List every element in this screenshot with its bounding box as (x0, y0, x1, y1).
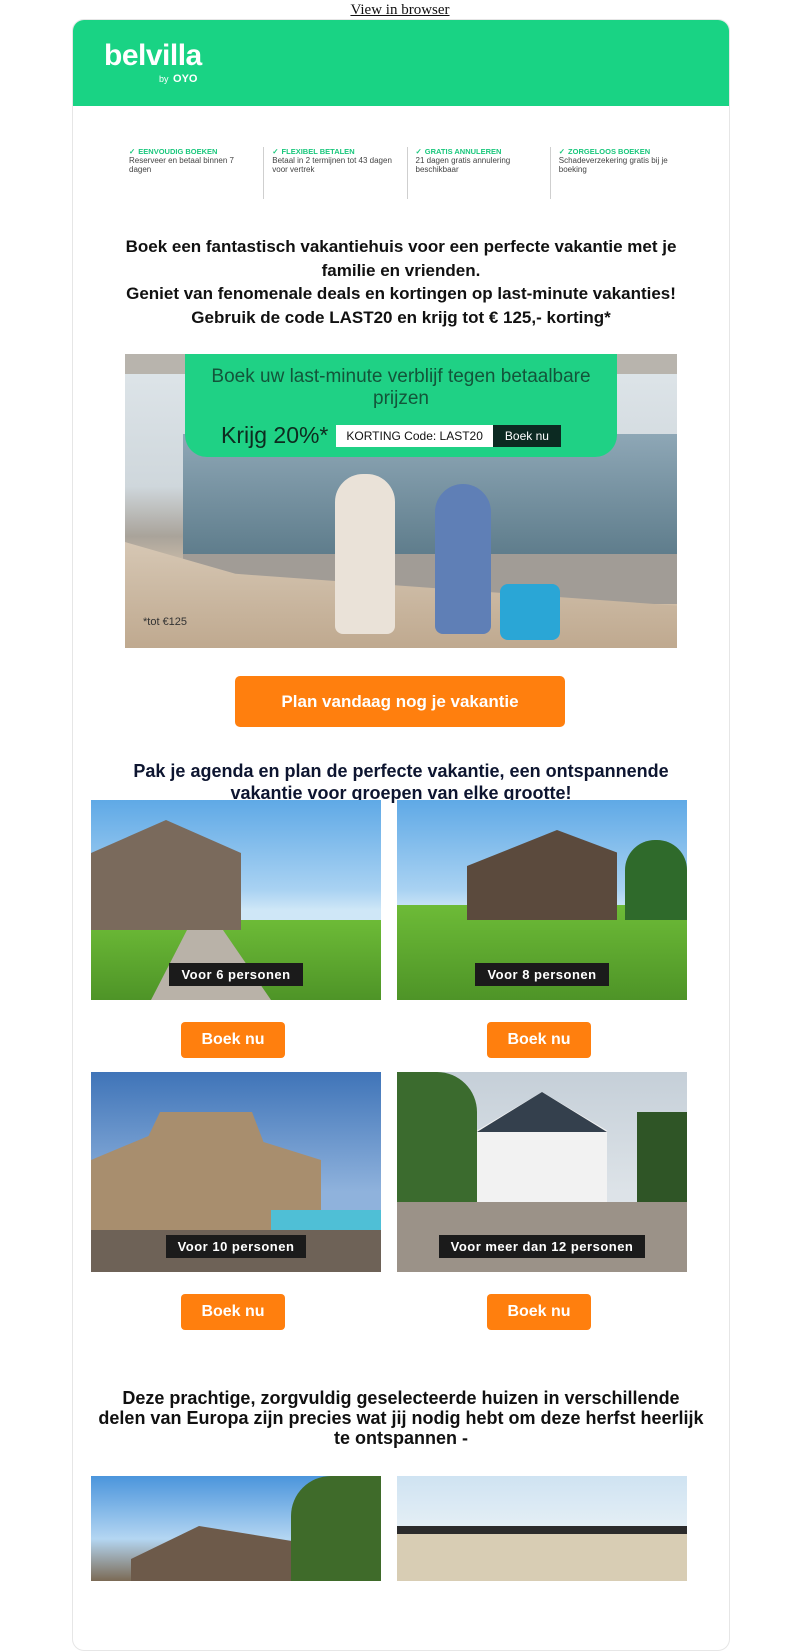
hero-image[interactable]: Boek uw last-minute verblijf tegen betaa… (125, 354, 677, 648)
house-caption: Voor 8 personen (475, 963, 609, 986)
logo-word: belvilla (104, 39, 202, 72)
check-icon: ✓ (415, 147, 422, 156)
hero-discount: Krijg 20%* (221, 422, 329, 448)
pool (271, 1210, 381, 1230)
intro-line-2: Geniet van fenomenale deals en kortingen… (126, 284, 676, 303)
house-caption: Voor meer dan 12 personen (438, 1235, 646, 1258)
usp-item: ✓ Flexibel betalen Betaal in 2 termijnen … (264, 147, 408, 199)
logo-byline: by OYO (159, 73, 198, 85)
house-building (397, 1526, 687, 1581)
house-card-image[interactable]: Voor meer dan 12 personen (397, 1072, 687, 1272)
traveler-figure (335, 474, 395, 634)
house-card-image[interactable] (397, 1476, 687, 1581)
suitcase (500, 584, 560, 640)
usp-item: ✓ Zorgeloos boeken Schadeverzekering grat… (558, 147, 668, 174)
belvilla-logo[interactable]: belvilla by OYO (104, 39, 202, 86)
house-card-image[interactable]: Voor 8 personen (397, 800, 687, 1000)
check-icon: ✓ (129, 147, 136, 156)
usp-strip: ✓ Eenvoudig boeken Reserveer en betaal bi… (121, 147, 693, 199)
intro-line-3: Gebruik de code LAST20 en krijg tot € 12… (191, 307, 611, 327)
section-title-2: Deze prachtige, zorgvuldig geselecteerde… (98, 1388, 704, 1448)
email-card: belvilla by OYO ✓ Eenvoudig boeken Reserv… (72, 19, 730, 1651)
house-card-image[interactable]: Voor 6 personen (91, 800, 381, 1000)
intro-line-1: Boek een fantastisch vakantiehuis voor e… (125, 237, 677, 280)
hero-promo-banner: Boek uw last-minute verblijf tegen betaa… (185, 354, 617, 457)
boek-nu-button[interactable]: Boek nu (181, 1294, 285, 1330)
discount-code: KORTING Code: LAST20 (336, 424, 493, 447)
boek-nu-button[interactable]: Boek nu (487, 1294, 591, 1330)
house-card-image[interactable] (91, 1476, 381, 1581)
hero-boek-nu-button[interactable]: Boek nu (492, 424, 561, 447)
house-building (131, 1526, 301, 1581)
section-title: Pak je agenda en plan de perfecte vakant… (133, 761, 669, 803)
usp-item: ✓ Gratis annuleren 21 dagen gratis annule… (408, 147, 551, 199)
view-in-browser-link[interactable]: View in browser (350, 2, 449, 18)
intro-text: Boek een fantastisch vakantiehuis voor e… (97, 235, 705, 329)
boek-nu-button[interactable]: Boek nu (487, 1022, 591, 1058)
house-caption: Voor 10 personen (165, 1235, 307, 1258)
house-card-image[interactable]: Voor 10 personen (91, 1072, 381, 1272)
house-caption: Voor 6 personen (169, 963, 303, 986)
usp-item: ✓ Eenvoudig boeken Reserveer en betaal bi… (121, 147, 265, 199)
traveler-figure (435, 484, 491, 634)
header-banner: belvilla by OYO (73, 20, 729, 106)
hero-title: Boek uw last-minute verblijf tegen betaa… (211, 366, 591, 409)
plan-vacation-button[interactable]: Plan vandaag nog je vakantie (235, 676, 565, 727)
boek-nu-button[interactable]: Boek nu (181, 1022, 285, 1058)
check-icon: ✓ (272, 147, 279, 156)
view-in-browser-bar: View in browser (0, 0, 800, 20)
check-icon: ✓ (558, 147, 566, 156)
hero-fine-print: *tot €125 (143, 616, 188, 628)
